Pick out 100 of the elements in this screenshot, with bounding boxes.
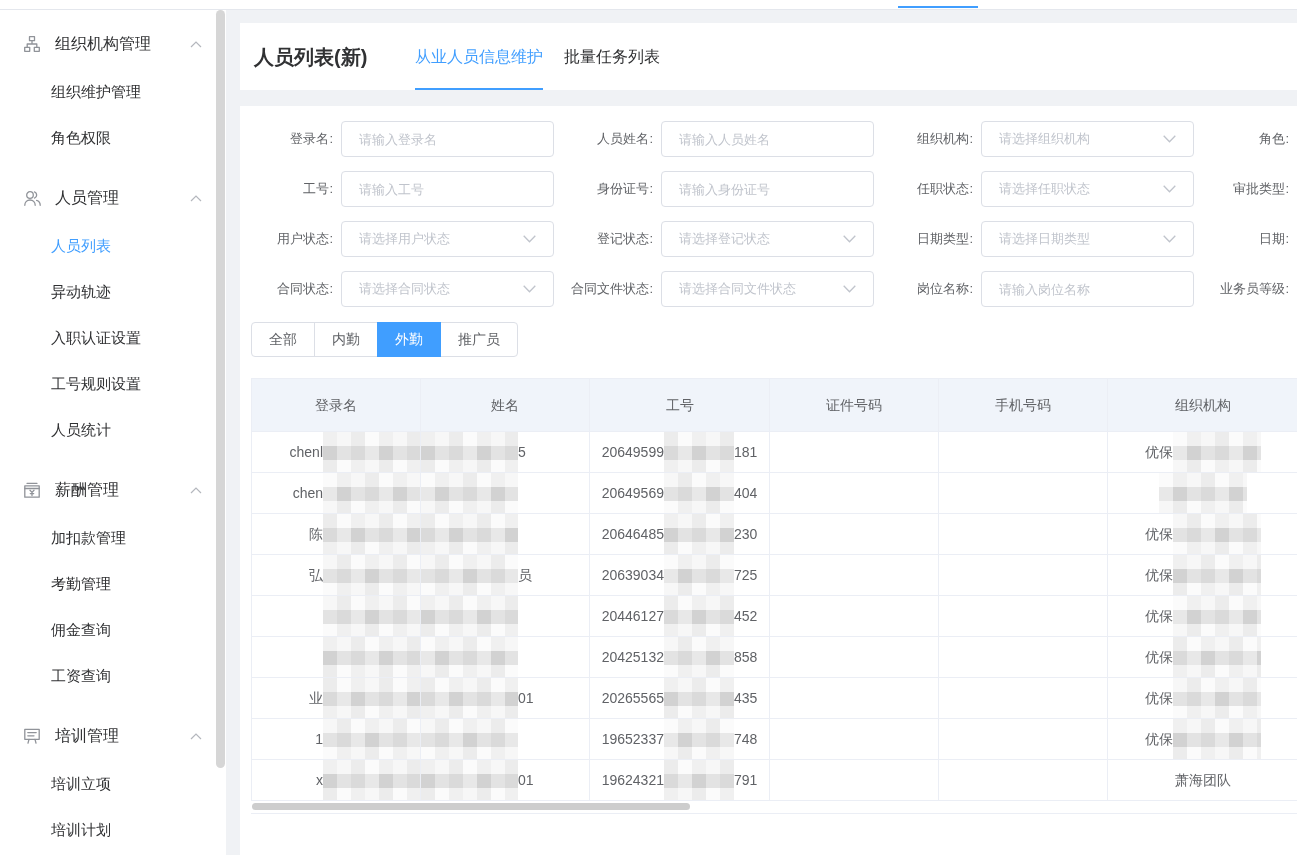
menu-item[interactable]: 角色权限 — [0, 115, 215, 161]
cell-text: 230 — [733, 524, 758, 544]
column-header: 组织机构 — [1174, 397, 1231, 413]
menu-group[interactable]: 薪酬管理 — [55, 478, 119, 502]
menu-group[interactable]: 培训管理 — [55, 724, 119, 748]
cell-text: 20425132 — [601, 647, 664, 667]
menu-item[interactable]: 工资查询 — [0, 653, 215, 699]
cell-text: 20649599 — [601, 442, 664, 462]
menu-item[interactable]: 考勤管理 — [0, 561, 215, 607]
field-label: 登录名: — [290, 130, 333, 149]
chevron-down-icon — [1163, 185, 1176, 193]
menu-item[interactable]: 加扣款管理 — [0, 515, 215, 561]
chevron-down-icon — [843, 235, 856, 243]
money-box-icon — [24, 482, 40, 498]
column-header: 手机号码 — [995, 397, 1051, 413]
cell-text: 员 — [518, 565, 532, 585]
field-label: 用户状态: — [277, 230, 333, 249]
page-title: 人员列表(新) — [254, 44, 368, 70]
column-header: 工号 — [665, 397, 694, 413]
cell-text: 业 — [309, 688, 323, 708]
chevron-down-icon — [1163, 135, 1176, 143]
cell-text: 452 — [733, 606, 758, 626]
field-label: 合同文件状态: — [571, 280, 653, 299]
cell-text: 181 — [733, 442, 758, 462]
cell-text: 858 — [733, 647, 758, 667]
menu-item[interactable]: 入职认证设置 — [0, 315, 215, 361]
menu-item[interactable]: 培训立项 — [0, 761, 215, 807]
board-icon — [24, 728, 40, 744]
cell-text: 791 — [733, 770, 758, 790]
column-header: 证件号码 — [826, 397, 882, 413]
cell-text: 优保 — [1144, 729, 1173, 749]
caret-up-icon[interactable] — [190, 486, 202, 494]
menu-group[interactable]: 人员管理 — [55, 186, 119, 210]
cell-text: 优保 — [1144, 647, 1173, 667]
cell-text: 748 — [733, 729, 758, 749]
cell-text: x — [316, 770, 323, 790]
cell-text: 优保 — [1144, 524, 1173, 544]
input-field[interactable]: 请输入工号 — [341, 171, 554, 207]
input-field[interactable]: 请输入岗位名称 — [981, 271, 1194, 307]
cell-text: 陈 — [309, 524, 323, 544]
org-chart-icon — [24, 36, 40, 52]
chevron-down-icon — [843, 285, 856, 293]
field-label: 任职状态: — [917, 180, 973, 199]
column-header: 姓名 — [491, 397, 519, 413]
input-field[interactable]: 请输入登录名 — [341, 121, 554, 157]
input-field[interactable]: 请输入人员姓名 — [661, 121, 874, 157]
field-label: 组织机构: — [917, 130, 973, 149]
filter-toggle[interactable]: 内勤 — [314, 322, 378, 357]
tab[interactable]: 批量任务列表 — [564, 23, 661, 90]
menu-item[interactable]: 组织维护管理 — [0, 69, 215, 115]
cell-text: 20649569 — [601, 483, 664, 503]
cell-text: 01 — [518, 688, 534, 708]
field-label: 审批类型: — [1233, 180, 1289, 199]
cell-text: 404 — [733, 483, 758, 503]
menu-item[interactable]: 异动轨迹 — [0, 269, 215, 315]
field-label: 人员姓名: — [597, 130, 653, 149]
cell-text: chenl — [289, 442, 323, 462]
field-label: 岗位名称: — [917, 280, 973, 299]
cell-text: 20646485 — [601, 524, 664, 544]
cell-text: 5 — [518, 442, 526, 462]
menu-item[interactable]: 人员统计 — [0, 407, 215, 453]
caret-up-icon[interactable] — [190, 40, 202, 48]
cell-text: 萧海团队 — [1174, 770, 1231, 790]
field-label: 登记状态: — [597, 230, 653, 249]
caret-up-icon[interactable] — [190, 732, 202, 740]
cell-text: 20446127 — [601, 606, 664, 626]
filter-toggle[interactable]: 推广员 — [440, 322, 518, 357]
input-field[interactable]: 请输入身份证号 — [661, 171, 874, 207]
chevron-down-icon — [523, 235, 536, 243]
chevron-down-icon — [523, 285, 536, 293]
column-header: 登录名 — [315, 397, 357, 413]
field-label: 业务员等级: — [1220, 280, 1289, 299]
filter-toggle[interactable]: 全部 — [251, 322, 315, 357]
cell-text: 19624321 — [601, 770, 664, 790]
menu-item[interactable]: 工号规则设置 — [0, 361, 215, 407]
people-icon — [24, 190, 41, 206]
horizontal-scrollbar[interactable] — [252, 803, 690, 810]
cell-text: 20639034 — [601, 565, 664, 585]
cell-text: 725 — [733, 565, 758, 585]
cell-text: chen — [292, 483, 323, 503]
cell-text: 优保 — [1144, 565, 1173, 585]
scrollbar[interactable] — [216, 10, 225, 768]
cell-text: 弘 — [309, 565, 323, 585]
caret-up-icon[interactable] — [190, 194, 202, 202]
field-label: 工号: — [303, 180, 333, 199]
chevron-down-icon — [1163, 235, 1176, 243]
field-label: 角色: — [1259, 130, 1289, 149]
menu-group[interactable]: 组织机构管理 — [55, 32, 151, 56]
menu-item[interactable]: 佣金查询 — [0, 607, 215, 653]
cell-text: 优保 — [1144, 606, 1173, 626]
cell-text: 19652337 — [601, 729, 664, 749]
cell-text: 优保 — [1144, 442, 1173, 462]
cell-text: 1 — [315, 729, 323, 749]
cell-text: 01 — [518, 770, 534, 790]
field-label: 日期: — [1259, 230, 1289, 249]
menu-item[interactable]: 培训计划 — [0, 807, 215, 853]
field-label: 日期类型: — [917, 230, 973, 249]
field-label: 身份证号: — [597, 180, 653, 199]
cell-text: 435 — [733, 688, 758, 708]
field-label: 合同状态: — [277, 280, 333, 299]
